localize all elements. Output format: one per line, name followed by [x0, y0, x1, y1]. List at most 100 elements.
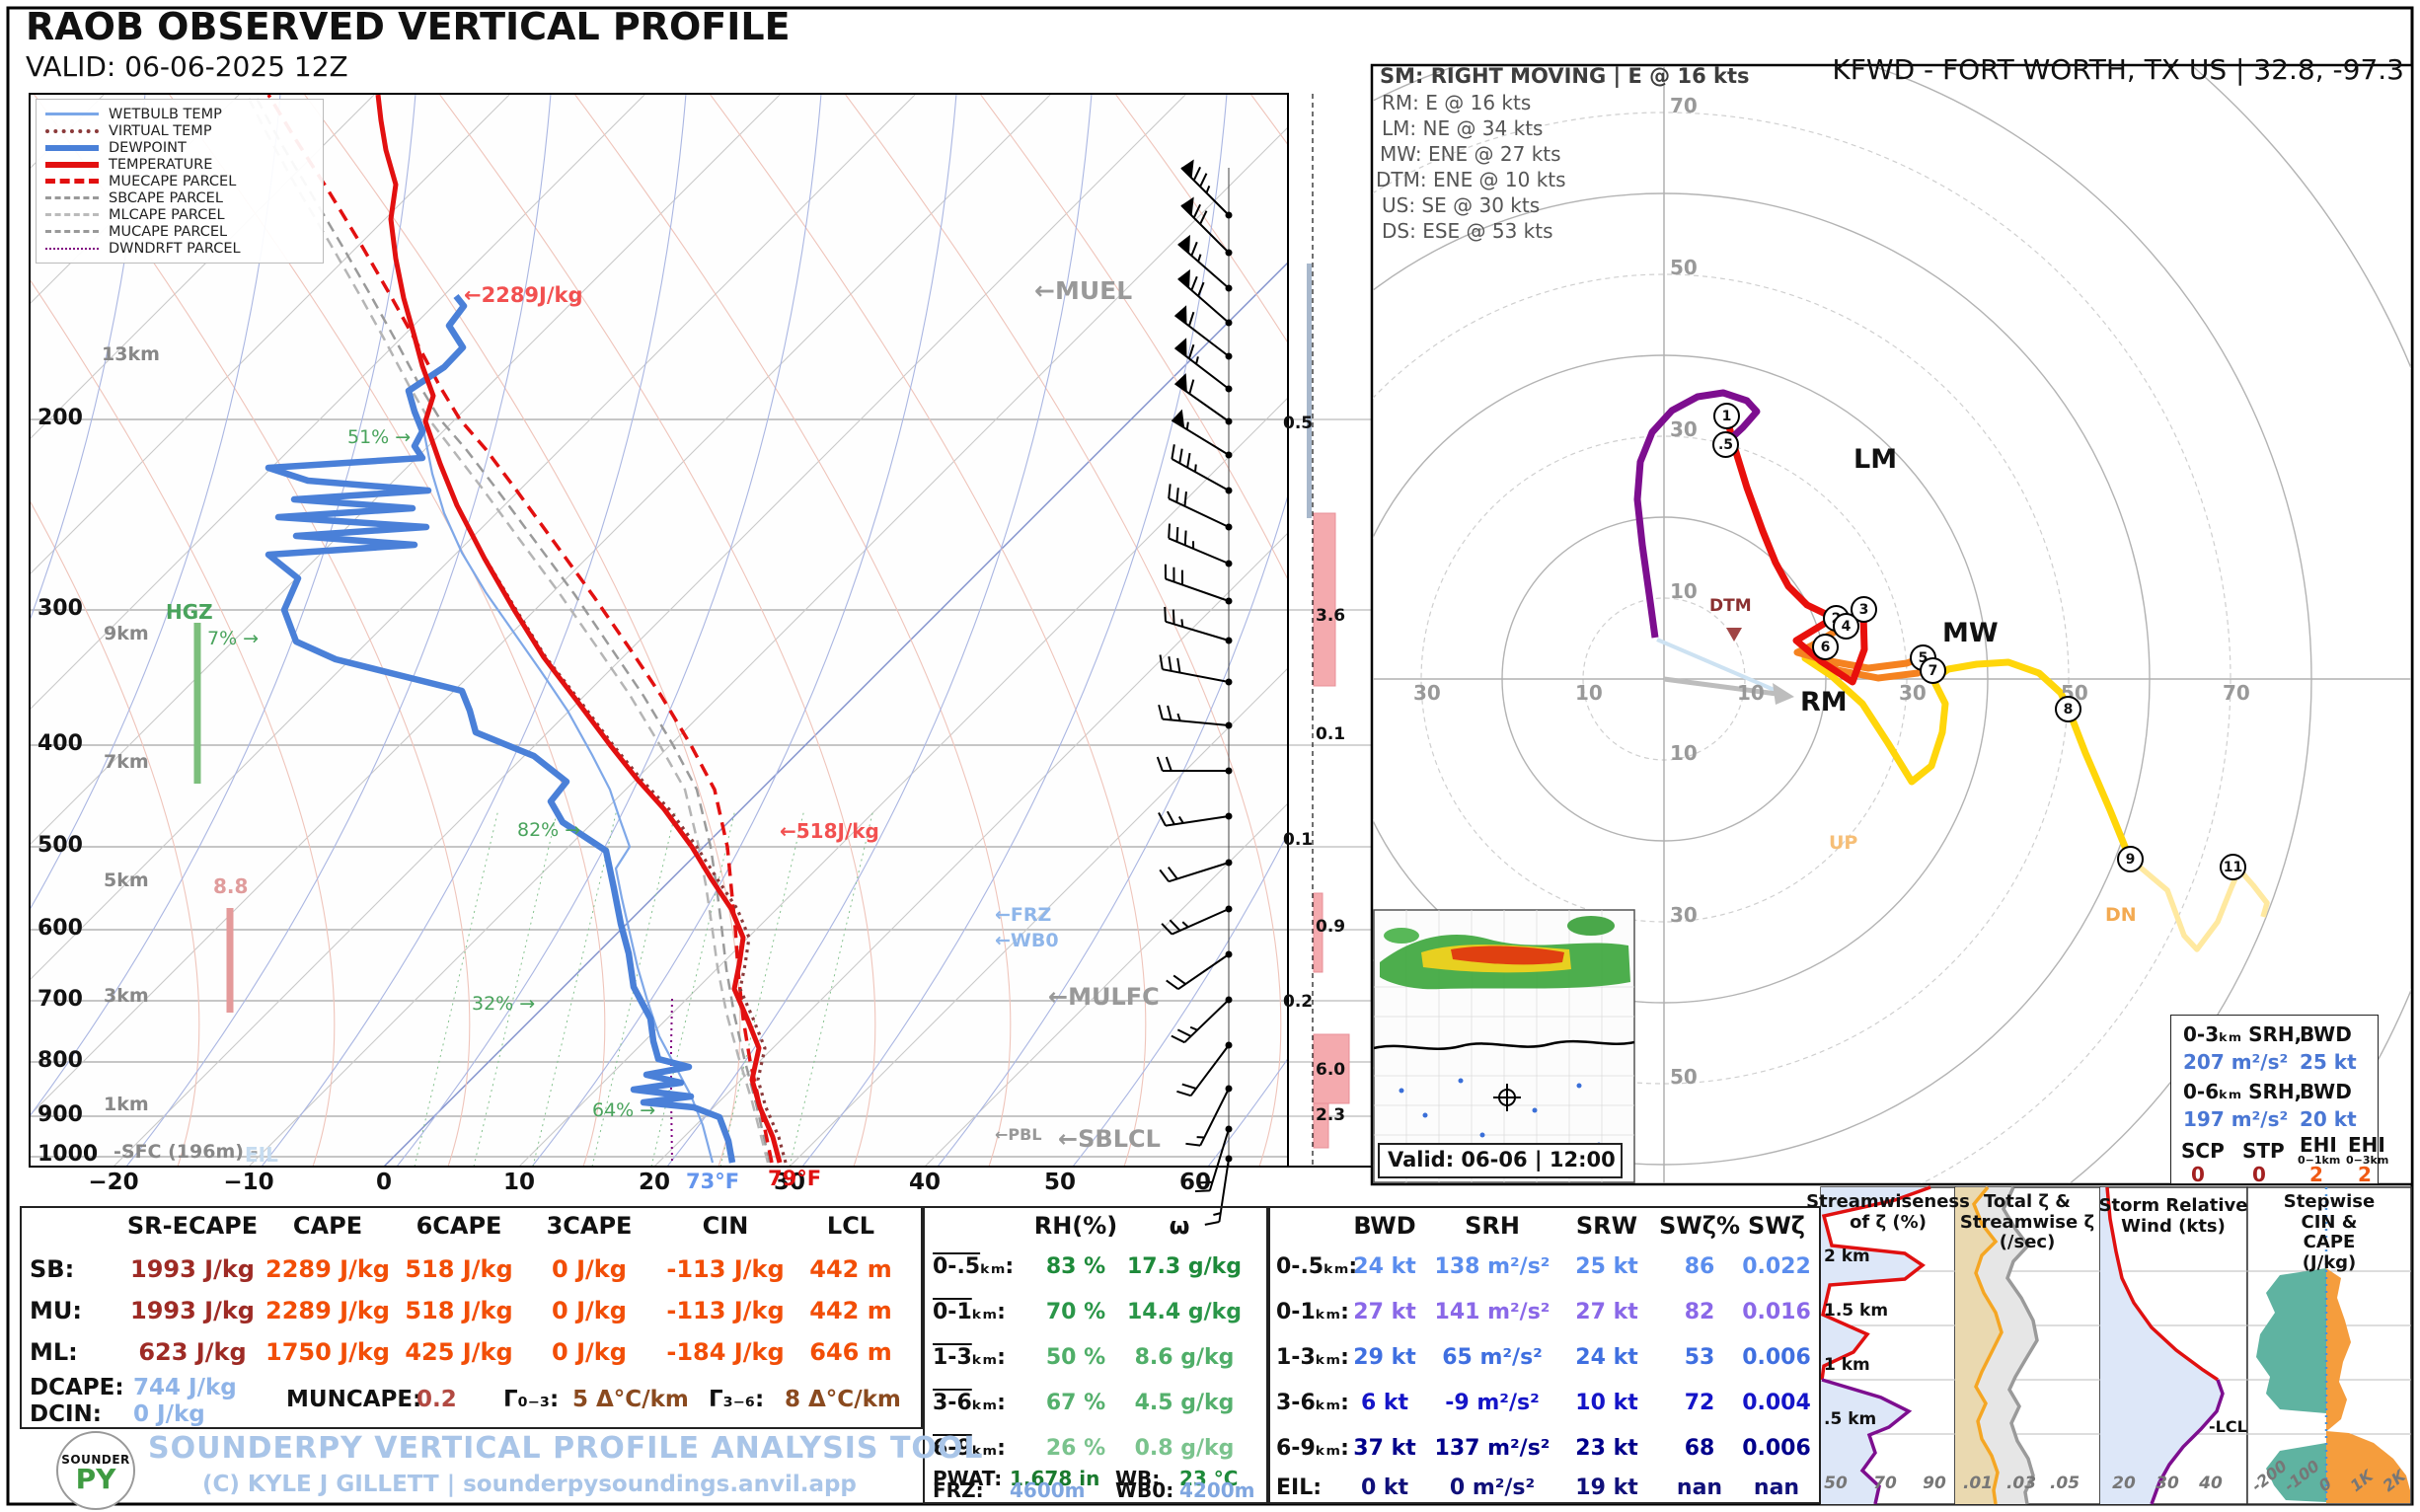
- up-label: UP: [1829, 834, 1857, 854]
- kin-swz: 0.006: [1742, 1346, 1811, 1369]
- cape518-annotation: ←518J/kg: [780, 821, 879, 842]
- kin-bwd: 24 kt: [1353, 1255, 1415, 1278]
- ring-label: 70: [1670, 96, 1698, 116]
- p2-tick: .01: [1963, 1475, 1993, 1493]
- thermo-cell: 518 J/kg: [405, 1257, 512, 1282]
- legend-label: MLCAPE PARCEL: [109, 207, 225, 223]
- muel-annotation: ←MUEL: [1034, 278, 1132, 304]
- eil-annotation: EIL: [245, 1145, 278, 1166]
- x-tick: 0: [376, 1171, 392, 1194]
- kin-bwd: 29 kt: [1353, 1346, 1415, 1369]
- kin-srh: 137 m²/s²: [1435, 1437, 1550, 1460]
- hodo-marker-label: .5: [1718, 437, 1733, 453]
- muncape-label: MUNCAPE:: [286, 1388, 421, 1411]
- lapse03-value: 5 Δ°C/km: [572, 1388, 689, 1411]
- x-tick: 10: [503, 1171, 535, 1194]
- temperature-line-icon: [45, 162, 99, 168]
- kin-swz: 0.004: [1742, 1392, 1811, 1414]
- layer-range: 3-6: [933, 1391, 972, 1415]
- kin-row-label: 3-6ₖₘ:: [1276, 1392, 1349, 1414]
- storm-motion-line: DS: ESE @ 53 kts: [1382, 221, 1553, 242]
- km-label: .5 km: [1824, 1411, 1876, 1429]
- p3-tick: 30: [2155, 1475, 2179, 1493]
- thermo-row-label: SB:: [30, 1257, 74, 1282]
- kin-srh: -9 m²/s²: [1445, 1392, 1539, 1414]
- height-label: 13km: [102, 345, 160, 365]
- legend-row: MUECAPE PARCEL: [45, 174, 314, 189]
- stp-label: STP: [2242, 1141, 2285, 1162]
- kin-swp: 72: [1685, 1392, 1715, 1414]
- ehi1-value: 2: [2309, 1165, 2323, 1185]
- km-label: 2 km: [1824, 1248, 1870, 1266]
- rh-annotation: 51% →: [347, 428, 411, 448]
- x-tick: 60: [1179, 1171, 1211, 1194]
- radar-inset: [1374, 910, 1634, 1182]
- thermo-cell: 1750 J/kg: [265, 1340, 390, 1365]
- km-label: 1 km: [1824, 1357, 1870, 1375]
- rh-value: 83 %: [1046, 1255, 1105, 1278]
- thermo-cell: 2289 J/kg: [265, 1299, 390, 1323]
- wetbulb-line-icon: [45, 113, 99, 115]
- kin-srw: 27 kt: [1575, 1301, 1637, 1323]
- bwd6-label: BWD: [2300, 1082, 2352, 1102]
- hodo-marker: .5: [1712, 431, 1739, 458]
- station-title: KFWD - FORT WORTH, TX US | 32.8, -97.3: [1832, 55, 2404, 84]
- page-title: RAOB OBSERVED VERTICAL PROFILE: [26, 8, 791, 47]
- rh-row-label: 0-1ₖₘ:: [933, 1301, 1006, 1323]
- omega-value: 3.6: [1316, 608, 1345, 626]
- srh3-label: 0-3ₖₘ SRH,: [2183, 1024, 2302, 1045]
- dewpoint-line-icon: [45, 145, 99, 151]
- ring-label: 70: [2223, 683, 2250, 704]
- hodo-marker-label: 4: [1842, 619, 1852, 635]
- rh-annotation: 82% →: [517, 821, 580, 841]
- ehi3-value: 2: [2358, 1165, 2372, 1185]
- pressure-label: 800: [38, 1049, 83, 1072]
- hodo-marker-label: 8: [2064, 702, 2074, 718]
- kin-bwd: 37 kt: [1353, 1437, 1415, 1460]
- kin-swp: 53: [1685, 1346, 1715, 1369]
- p2-title: Total ζ & Streamwise ζ (/sec): [1960, 1192, 2094, 1253]
- legend-label: VIRTUAL TEMP: [109, 123, 212, 139]
- ring-label: 30: [1670, 419, 1698, 440]
- thermo-header: 6CAPE: [416, 1214, 502, 1239]
- hodo-marker: 9: [2117, 846, 2144, 872]
- legend-label: DEWPOINT: [109, 140, 187, 156]
- thermo-header: SR-ECAPE: [127, 1214, 258, 1239]
- skewt-legend: WETBULB TEMP VIRTUAL TEMP DEWPOINT TEMPE…: [36, 99, 324, 264]
- omega-updraft-bar: [1307, 264, 1312, 518]
- p2-tick: .05: [2050, 1475, 2080, 1493]
- layer-unit: ₖₘ:: [972, 1345, 1006, 1370]
- p1-tick: 90: [1923, 1475, 1946, 1493]
- thermo-cell: 1993 J/kg: [130, 1257, 255, 1282]
- thermo-header: 3CAPE: [547, 1214, 633, 1239]
- legend-label: DWNDRFT PARCEL: [109, 241, 241, 257]
- ring-label: 10: [1670, 581, 1698, 602]
- lcl-marker-label: -LCL: [2209, 1419, 2247, 1436]
- thermo-cell: -184 J/kg: [666, 1340, 784, 1365]
- hodo-marker: 7: [1920, 657, 1946, 684]
- ring-label: 10: [1737, 683, 1765, 704]
- kin-header: BWD: [1353, 1214, 1415, 1239]
- pressure-label: 300: [38, 597, 83, 620]
- x-tick: 20: [639, 1171, 670, 1194]
- muecape-line-icon: [45, 179, 99, 184]
- height-label: 9km: [104, 625, 149, 644]
- mulfc-annotation: ←MULFC: [1048, 985, 1160, 1010]
- legend-label: MUECAPE PARCEL: [109, 174, 236, 189]
- mixratio-value: 8.6 g/kg: [1135, 1346, 1235, 1369]
- dcin-value: 0 J/kg: [133, 1402, 205, 1426]
- omega-value: 2.3: [1316, 1107, 1345, 1125]
- srh6-value: 197 m²/s²: [2183, 1109, 2288, 1130]
- pressure-label: 200: [38, 407, 83, 429]
- kin-bwd: 27 kt: [1353, 1301, 1415, 1323]
- thermo-cell: 425 J/kg: [405, 1340, 512, 1365]
- legend-row: DEWPOINT: [45, 140, 314, 155]
- kin-header: SWζ%: [1659, 1214, 1740, 1239]
- dtm-label: DTM: [1709, 598, 1752, 616]
- hodo-marker-label: 6: [1821, 640, 1831, 655]
- kin-swz: 0.016: [1742, 1301, 1811, 1323]
- omega-bar-3-6: [1314, 513, 1335, 686]
- rh-value: 70 %: [1046, 1301, 1105, 1323]
- frz-label: FRZ:: [933, 1480, 984, 1501]
- hodo-marker: 6: [1812, 634, 1839, 660]
